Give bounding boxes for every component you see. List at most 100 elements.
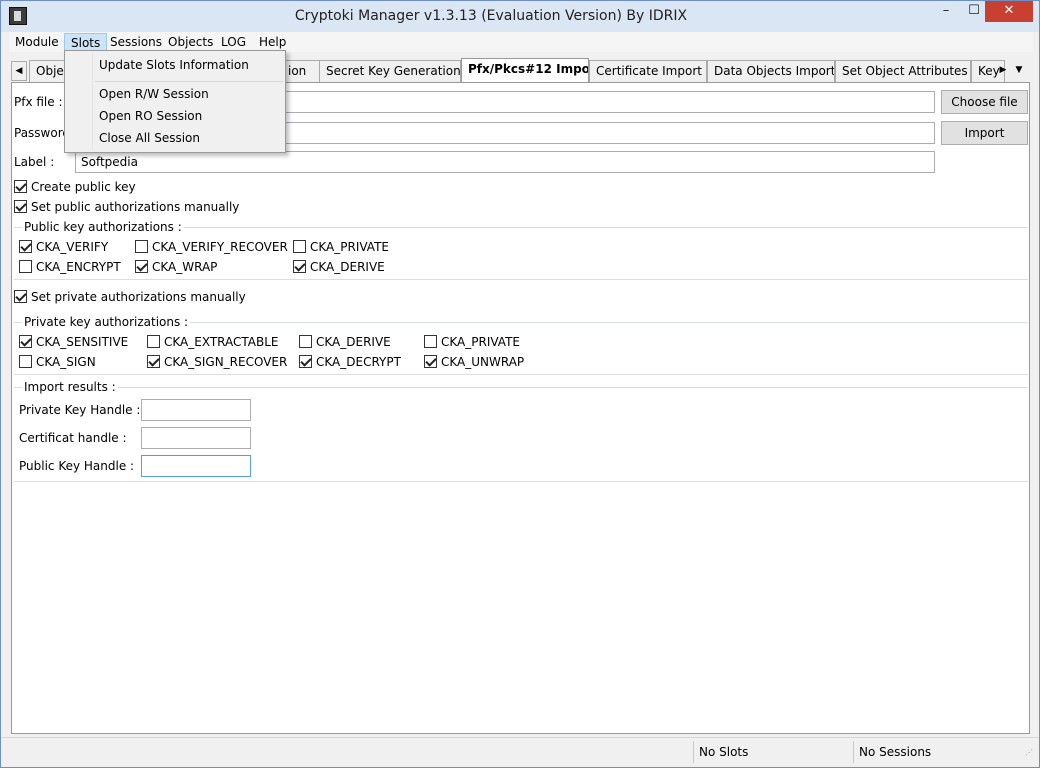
auth-checkbox[interactable]: CKA_SIGN_RECOVER	[147, 355, 287, 371]
auth-checkbox[interactable]: CKA_EXTRACTABLE	[147, 335, 279, 351]
menu-open-ro-session[interactable]: Open RO Session	[99, 106, 202, 126]
label-field[interactable]: Softpedia	[75, 151, 935, 173]
auth-checkbox[interactable]: CKA_WRAP	[135, 260, 217, 276]
checkbox-box	[14, 290, 27, 303]
checkbox-label: CKA_SIGN_RECOVER	[164, 355, 288, 369]
choose-file-button[interactable]: Choose file	[941, 90, 1028, 114]
tab-list-dropdown-icon[interactable]: ▼	[1012, 61, 1026, 81]
checkbox-label: Set public authorizations manually	[31, 200, 240, 214]
private-key-handle-field[interactable]	[141, 399, 251, 421]
checkbox-label: CKA_WRAP	[152, 260, 218, 274]
checkbox-box	[135, 240, 148, 253]
public-auth-title: Public key authorizations :	[22, 220, 184, 234]
checkbox-box	[19, 260, 32, 273]
minimize-button[interactable]: –	[931, 1, 961, 22]
checkbox-box	[135, 260, 148, 273]
checkbox-label: CKA_UNWRAP	[441, 355, 525, 369]
checkbox-box	[293, 240, 306, 253]
app-window: Cryptoki Manager v1.3.13 (Evaluation Ver…	[0, 0, 1040, 768]
auth-checkbox[interactable]: CKA_PRIVATE	[424, 335, 520, 351]
label-label: Label :	[14, 155, 55, 169]
auth-checkbox[interactable]: CKA_PRIVATE	[293, 240, 389, 256]
auth-checkbox[interactable]: CKA_ENCRYPT	[19, 260, 121, 276]
checkbox-label: CKA_VERIFY_RECOVER	[152, 240, 288, 254]
auth-checkbox[interactable]: CKA_VERIFY_RECOVER	[135, 240, 288, 256]
tab-data-objects-import[interactable]: Data Objects Import	[707, 60, 835, 82]
checkbox-box	[19, 240, 32, 253]
checkbox-label: CKA_EXTRACTABLE	[164, 335, 279, 349]
checkbox-label: CKA_ENCRYPT	[36, 260, 121, 274]
create-public-key-checkbox[interactable]: Create public key	[14, 180, 136, 196]
set-public-manual-checkbox[interactable]: Set public authorizations manually	[14, 200, 239, 216]
checkbox-box	[147, 355, 160, 368]
group-divider	[14, 279, 1028, 280]
checkbox-box	[424, 355, 437, 368]
menu-gutter	[92, 53, 93, 150]
checkbox-box	[424, 335, 437, 348]
tab-pfx-import[interactable]: Pfx/Pkcs#12 Import	[461, 58, 589, 82]
auth-checkbox[interactable]: CKA_DERIVE	[299, 335, 391, 351]
tab-scroll-right-icon[interactable]: ▶	[997, 61, 1009, 81]
password-label: Password	[14, 126, 71, 140]
tab-set-object-attributes[interactable]: Set Object Attributes	[835, 60, 971, 82]
public-key-handle-label: Public Key Handle :	[19, 459, 135, 473]
resize-grip-icon[interactable]: ⋰	[1025, 749, 1035, 760]
import-results-title: Import results :	[22, 380, 118, 394]
auth-checkbox[interactable]: CKA_UNWRAP	[424, 355, 524, 371]
status-sessions: No Sessions	[853, 741, 1023, 763]
checkbox-label: CKA_PRIVATE	[310, 240, 389, 254]
tab-key-generation[interactable]: ion	[281, 60, 323, 82]
set-private-manual-checkbox[interactable]: Set private authorizations manually	[14, 290, 246, 306]
checkbox-label: CKA_PRIVATE	[441, 335, 520, 349]
menu-help[interactable]: Help	[253, 33, 292, 51]
menu-sessions[interactable]: Sessions	[104, 33, 168, 51]
menu-log[interactable]: LOG	[215, 33, 252, 51]
tab-scroll-left-icon[interactable]: ◀	[11, 61, 27, 81]
checkbox-box	[19, 355, 32, 368]
status-slots: No Slots	[693, 741, 853, 763]
auth-checkbox[interactable]: CKA_DECRYPT	[299, 355, 401, 371]
auth-checkbox[interactable]: CKA_DERIVE	[293, 260, 385, 276]
certificat-handle-label: Certificat handle :	[19, 431, 127, 445]
window-title: Cryptoki Manager v1.3.13 (Evaluation Ver…	[294, 8, 688, 24]
checkbox-label: CKA_VERIFY	[36, 240, 109, 254]
import-button[interactable]: Import	[941, 121, 1028, 145]
checkbox-label: CKA_DECRYPT	[316, 355, 401, 369]
pfx-file-label: Pfx file :	[14, 95, 63, 109]
auth-checkbox[interactable]: CKA_SENSITIVE	[19, 335, 128, 351]
private-key-handle-label: Private Key Handle :	[19, 403, 141, 417]
checkbox-box	[14, 180, 27, 193]
checkbox-box	[147, 335, 160, 348]
menu-slots[interactable]: Slots	[64, 33, 108, 51]
menu-bar: Module Slots Sessions Objects LOG Help	[9, 32, 1033, 52]
status-bar: No Slots No Sessions ⋰	[1, 737, 1039, 767]
private-auth-title: Private key authorizations :	[22, 315, 191, 329]
checkbox-box	[14, 200, 27, 213]
pfx-import-panel: Pfx file : edia.pfx Choose file Password…	[11, 82, 1030, 734]
title-bar: Cryptoki Manager v1.3.13 (Evaluation Ver…	[1, 1, 1039, 32]
checkbox-box	[19, 335, 32, 348]
certificat-handle-field[interactable]	[141, 427, 251, 449]
menu-open-rw-session[interactable]: Open R/W Session	[99, 84, 209, 104]
checkbox-label: CKA_SENSITIVE	[36, 335, 129, 349]
checkbox-label: CKA_SIGN	[36, 355, 96, 369]
auth-checkbox[interactable]: CKA_VERIFY	[19, 240, 108, 256]
menu-update-slots-information[interactable]: Update Slots Information	[99, 55, 249, 75]
menu-separator	[95, 81, 283, 82]
group-divider	[14, 387, 1028, 388]
slots-menu-dropdown: Update Slots Information Open R/W Sessio…	[64, 50, 286, 153]
menu-close-all-session[interactable]: Close All Session	[99, 128, 200, 148]
close-button[interactable]: ✕	[985, 1, 1033, 22]
menu-objects[interactable]: Objects	[162, 33, 219, 51]
checkbox-label: Create public key	[31, 180, 136, 194]
checkbox-label: CKA_DERIVE	[316, 335, 391, 349]
group-divider	[14, 481, 1028, 482]
tab-certificate-import[interactable]: Certificate Import	[589, 60, 707, 82]
menu-module[interactable]: Module	[9, 33, 65, 51]
auth-checkbox[interactable]: CKA_SIGN	[19, 355, 96, 371]
checkbox-box	[299, 335, 312, 348]
checkbox-box	[293, 260, 306, 273]
public-key-handle-field[interactable]	[141, 455, 251, 477]
checkbox-box	[299, 355, 312, 368]
tab-secret-key-generation[interactable]: Secret Key Generation	[319, 60, 461, 82]
